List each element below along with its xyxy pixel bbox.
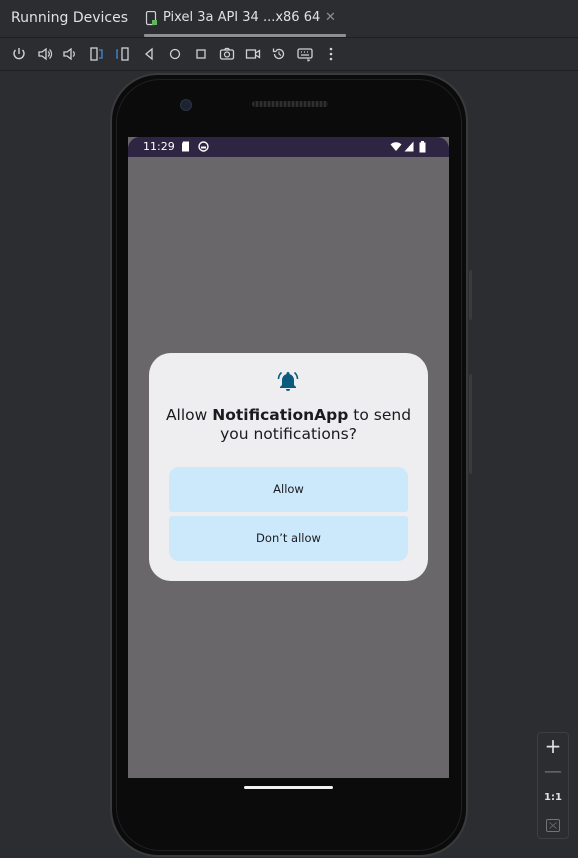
rotate-right-icon[interactable] bbox=[114, 45, 132, 63]
screen-record-icon[interactable] bbox=[244, 45, 262, 63]
zoom-in-button[interactable]: + bbox=[538, 735, 568, 757]
zoom-out-button[interactable]: — bbox=[538, 762, 568, 782]
device-toolbar bbox=[0, 38, 578, 71]
notification-permission-dialog: Allow NotificationApp to send you notifi… bbox=[149, 353, 428, 581]
phone-device-icon bbox=[145, 11, 157, 26]
dialog-app-name: NotificationApp bbox=[212, 406, 349, 424]
app-notification-icon bbox=[198, 141, 209, 152]
side-button-volume bbox=[469, 374, 472, 474]
more-icon[interactable] bbox=[322, 45, 340, 63]
home-icon[interactable] bbox=[166, 45, 184, 63]
back-icon[interactable] bbox=[140, 45, 158, 63]
battery-icon bbox=[419, 141, 426, 153]
notification-bell-icon bbox=[277, 371, 299, 391]
snapshot-reset-icon[interactable] bbox=[270, 45, 288, 63]
gesture-nav-handle[interactable] bbox=[244, 786, 333, 789]
side-button-power bbox=[469, 270, 472, 320]
power-icon[interactable] bbox=[10, 45, 28, 63]
dialog-message-prefix: Allow bbox=[165, 406, 213, 424]
volume-up-icon[interactable] bbox=[36, 45, 54, 63]
zoom-to-fit-button[interactable] bbox=[538, 817, 568, 832]
device-tab[interactable]: Pixel 3a API 34 ...x86 64 ✕ bbox=[144, 0, 346, 37]
keyboard-icon[interactable] bbox=[296, 45, 314, 63]
sd-card-icon bbox=[182, 141, 189, 152]
close-tab-icon[interactable]: ✕ bbox=[325, 10, 336, 25]
tool-window-title: Running Devices bbox=[11, 10, 128, 26]
fit-screen-icon bbox=[546, 819, 560, 832]
allow-button[interactable]: Allow bbox=[169, 467, 408, 512]
front-camera bbox=[180, 99, 192, 111]
zoom-controls: + — 1:1 bbox=[537, 732, 569, 839]
actual-size-button[interactable]: 1:1 bbox=[538, 791, 568, 805]
status-bar: 11:29 bbox=[128, 137, 449, 157]
screenshot-icon[interactable] bbox=[218, 45, 236, 63]
status-time: 11:29 bbox=[143, 140, 175, 153]
dont-allow-button[interactable]: Don’t allow bbox=[169, 516, 408, 561]
device-screen[interactable]: 11:29 Allow NotificationApp to send you … bbox=[128, 137, 449, 778]
rotate-left-icon[interactable] bbox=[88, 45, 106, 63]
overview-icon[interactable] bbox=[192, 45, 210, 63]
wifi-icon bbox=[390, 142, 402, 151]
dialog-message: Allow NotificationApp to send you notifi… bbox=[159, 406, 418, 444]
volume-down-icon[interactable] bbox=[61, 45, 79, 63]
earpiece-speaker bbox=[252, 101, 328, 107]
tool-window-header: Running Devices Pixel 3a API 34 ...x86 6… bbox=[0, 0, 578, 38]
active-tab-indicator bbox=[144, 34, 346, 37]
device-tab-label: Pixel 3a API 34 ...x86 64 bbox=[163, 10, 321, 25]
cell-signal-icon bbox=[404, 141, 414, 152]
